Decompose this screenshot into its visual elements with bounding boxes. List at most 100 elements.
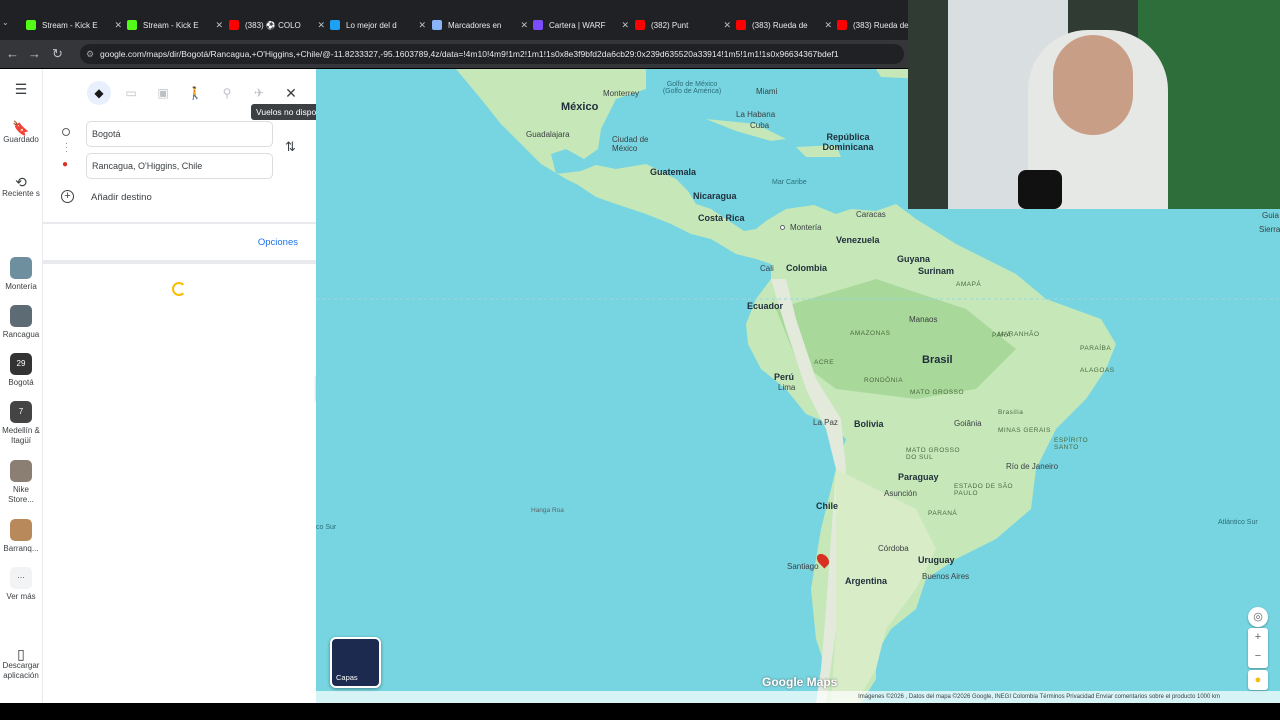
tab-close-icon[interactable]: ✕: [418, 20, 426, 31]
url-field[interactable]: ⚙ google.com/maps/dir/Bogotá/Rancagua,+O…: [80, 44, 904, 64]
label-guadalajara: Guadalajara: [526, 130, 570, 139]
rail-item-monteria[interactable]: Montería: [0, 257, 42, 292]
add-destination-button[interactable]: Añadir destino: [91, 192, 152, 203]
more-icon: …: [10, 567, 32, 589]
zoom-out-button[interactable]: −: [1248, 647, 1268, 666]
browser-tab[interactable]: (383) ⚽ COLO ✕: [229, 14, 325, 36]
rail-item-rancagua[interactable]: Rancagua: [0, 305, 42, 340]
label-goiania: Goiânia: [954, 419, 982, 428]
label-parana: PARANÁ: [928, 510, 958, 517]
tab-close-icon[interactable]: ✕: [621, 20, 629, 31]
label-miami: Miami: [756, 87, 778, 96]
destination-pin-icon: ●: [62, 159, 69, 170]
tab-label: Lo mejor del d: [346, 20, 397, 30]
bogota-thumbnail: 29: [10, 353, 32, 375]
layers-button[interactable]: Capas: [330, 637, 381, 688]
rail-item-barranquilla[interactable]: Barranq...: [0, 519, 42, 554]
browser-tab[interactable]: Marcadores en ✕: [432, 14, 528, 36]
browser-tab[interactable]: Cartera | WARF ✕: [533, 14, 629, 36]
forward-icon[interactable]: →: [28, 46, 41, 61]
browser-tab[interactable]: (383) Rueda de ✕: [736, 14, 832, 36]
loading-bar: [43, 260, 317, 264]
label-amapa: AMAPÁ: [956, 281, 982, 288]
label-guyana: Guyana: [897, 254, 931, 264]
label-caracas: Caracas: [856, 210, 886, 219]
rail-item-bogota[interactable]: 29 Bogotá: [0, 353, 42, 388]
rail-item-medellin[interactable]: 7 Medellín & Itagüí: [0, 401, 42, 446]
label-cdmx: Ciudad de México: [612, 135, 649, 153]
tab-label: Cartera | WARF: [549, 20, 606, 30]
label-asuncion: Asunción: [884, 489, 917, 498]
options-button[interactable]: Opciones: [258, 237, 298, 248]
my-location-button[interactable]: ◎: [1248, 607, 1268, 627]
bike-icon: ⚲: [222, 86, 232, 100]
destination-input[interactable]: Rancagua, O'Higgins, Chile: [86, 153, 273, 179]
rail-bogota-label: Bogotá: [8, 378, 34, 387]
mode-best[interactable]: ◆: [87, 81, 111, 105]
tab-favicon-icon: [229, 20, 239, 30]
mode-walk[interactable]: 🚶: [183, 81, 207, 105]
label-paraiba: PARAÍBA: [1080, 345, 1112, 352]
browser-tab[interactable]: Stream - Kick E ✕: [26, 14, 122, 36]
mode-transit[interactable]: ▣: [151, 81, 175, 105]
rail-saved[interactable]: 🔖 Guardado: [0, 121, 42, 145]
rail-more-label: Ver más: [6, 592, 36, 601]
label-brasil: Brasil: [922, 354, 953, 366]
rail-item-nike[interactable]: Nike Store...: [0, 460, 42, 505]
label-monterrey: Monterrey: [603, 89, 640, 98]
tab-close-icon[interactable]: ✕: [114, 20, 122, 31]
location-icon: ◎: [1253, 611, 1263, 623]
swap-icon[interactable]: ⇅: [285, 139, 296, 155]
site-info-icon[interactable]: ⚙: [86, 44, 94, 64]
tab-search-icon[interactable]: ⌄: [2, 18, 14, 32]
label-mexico: México: [561, 101, 599, 113]
label-cordoba: Córdoba: [878, 544, 909, 553]
tab-close-icon[interactable]: ✕: [723, 20, 731, 31]
tab-favicon-icon: [127, 20, 137, 30]
rail-saved-label: Guardado: [3, 135, 39, 144]
mode-bike[interactable]: ⚲: [215, 81, 239, 105]
reload-icon[interactable]: ↻: [52, 46, 63, 62]
car-icon: ▭: [125, 86, 137, 100]
pegman-button[interactable]: ●: [1248, 670, 1268, 690]
origin-input[interactable]: Bogotá: [86, 121, 273, 147]
label-amazonas: AMAZONAS: [850, 330, 891, 337]
label-cuba: Cuba: [750, 121, 770, 130]
url-text: google.com/maps/dir/Bogotá/Rancagua,+O'H…: [100, 49, 839, 59]
browser-tab[interactable]: (382) Punt ✕: [635, 14, 731, 36]
label-argentina: Argentina: [845, 576, 888, 586]
label-chile: Chile: [816, 501, 839, 511]
label-monteria: Montería: [790, 223, 822, 232]
map-footer: Imágenes ©2026 , Datos del mapa ©2026 Go…: [316, 691, 1280, 703]
menu-icon: ☰: [14, 81, 28, 97]
label-lima: Lima: [778, 383, 796, 392]
pegman-icon: ●: [1254, 674, 1262, 686]
menu-button[interactable]: ☰: [0, 81, 42, 97]
tab-close-icon[interactable]: ✕: [520, 20, 528, 31]
label-guia: Guia: [1262, 211, 1279, 220]
monteria-marker[interactable]: [780, 225, 785, 230]
tab-close-icon[interactable]: ✕: [215, 20, 223, 31]
tab-label: (382) Punt: [651, 20, 689, 30]
tab-close-icon[interactable]: ✕: [317, 20, 325, 31]
zoom-in-button[interactable]: +: [1248, 628, 1268, 647]
back-icon[interactable]: ←: [6, 46, 19, 61]
label-santiago: Santiago: [787, 562, 819, 571]
mode-flight[interactable]: ✈: [247, 81, 271, 105]
flight-icon: ✈: [253, 86, 265, 100]
mode-car[interactable]: ▭: [119, 81, 143, 105]
rail-download-app[interactable]: ▯ Descargar aplicación: [0, 647, 42, 681]
microphone: [1018, 170, 1062, 209]
label-sierra: Sierra Le: [1259, 225, 1280, 234]
rail-more[interactable]: … Ver más: [0, 567, 42, 602]
label-cali: Cali: [760, 264, 774, 273]
browser-tab[interactable]: Stream - Kick E ✕: [127, 14, 223, 36]
close-directions-button[interactable]: ✕: [279, 81, 303, 105]
browser-tab[interactable]: Lo mejor del d ✕: [330, 14, 426, 36]
rail-recent[interactable]: ⟲ Reciente s: [0, 175, 42, 199]
origin-circle-icon: [62, 128, 70, 136]
label-buenos-aires: Buenos Aires: [922, 572, 970, 581]
tab-favicon-icon: [736, 20, 746, 30]
tab-close-icon[interactable]: ✕: [824, 20, 832, 31]
rail-recent-label: Reciente s: [2, 189, 40, 198]
